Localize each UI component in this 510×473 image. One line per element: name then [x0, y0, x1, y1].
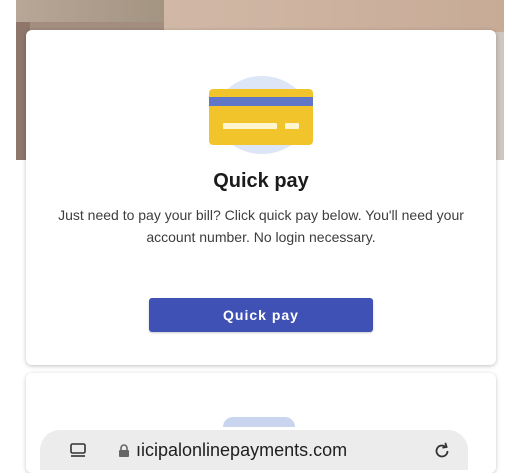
- url-text[interactable]: ıicipalonlinepayments.com: [136, 440, 347, 461]
- quick-pay-title: Quick pay: [213, 170, 309, 192]
- secondary-card-icon: [223, 417, 295, 427]
- quick-pay-description: Just need to pay your bill? Click quick …: [58, 207, 464, 245]
- lock-icon: [118, 444, 130, 463]
- credit-card-icon: [209, 89, 313, 145]
- roof-right: [164, 0, 504, 32]
- reload-icon[interactable]: [432, 441, 452, 466]
- quick-pay-card: Quick pay Just need to pay your bill? Cl…: [26, 30, 496, 365]
- browser-url-bar[interactable]: ıicipalonlinepayments.com: [40, 430, 468, 470]
- tabs-icon[interactable]: [70, 443, 90, 464]
- roof-left: [16, 0, 166, 22]
- quick-pay-button[interactable]: Quick pay: [149, 298, 373, 332]
